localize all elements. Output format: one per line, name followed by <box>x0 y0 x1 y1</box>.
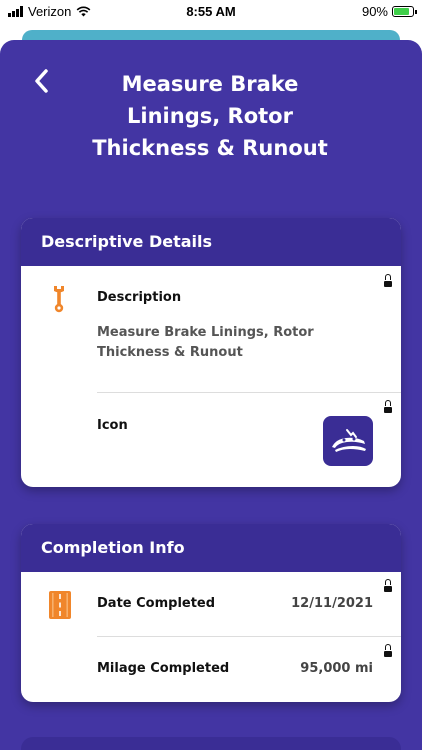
status-right: 90% <box>361 4 417 19</box>
lock-icon <box>384 400 392 413</box>
date-completed-label: Date Completed <box>97 596 216 611</box>
divider <box>97 392 401 393</box>
lock-icon <box>384 274 392 287</box>
completion-info-card: Completion Info Date Completed 12/11/202… <box>21 524 401 702</box>
description-section: Description Measure Brake Linings, Rotor… <box>21 266 401 487</box>
description-value: Measure Brake Linings, Rotor Thickness &… <box>97 325 314 360</box>
completion-section: Date Completed 12/11/2021 Milage Complet… <box>21 572 401 702</box>
description-label: Description <box>97 290 182 305</box>
date-completed-value: 12/11/2021 <box>291 596 373 611</box>
page-title: Measure Brake Linings, Rotor Thickness &… <box>92 72 328 160</box>
descriptive-details-heading: Descriptive Details <box>21 218 401 266</box>
mileage-completed-value: 95,000 mi <box>300 661 373 676</box>
status-time: 8:55 AM <box>186 4 236 19</box>
status-bar: Verizon 8:55 AM 90% <box>0 0 422 24</box>
divider <box>97 636 401 637</box>
brake-icon <box>332 429 366 452</box>
mileage-completed-label: Milage Completed <box>97 661 230 676</box>
battery-icon <box>392 6 417 17</box>
road-icon <box>49 591 71 619</box>
next-card-peek <box>21 737 401 750</box>
icon-label: Icon <box>97 418 128 433</box>
back-button[interactable] <box>32 68 56 98</box>
completion-info-heading: Completion Info <box>21 524 401 572</box>
lock-icon <box>384 644 392 657</box>
brake-icon-tile[interactable] <box>323 416 373 466</box>
chevron-left-icon <box>35 69 48 93</box>
battery-percent: 90% <box>361 4 388 19</box>
battery-fill <box>394 8 409 15</box>
lock-icon <box>384 579 392 592</box>
wrench-icon <box>54 286 64 313</box>
descriptive-details-card: Descriptive Details Description Measure … <box>21 218 401 487</box>
